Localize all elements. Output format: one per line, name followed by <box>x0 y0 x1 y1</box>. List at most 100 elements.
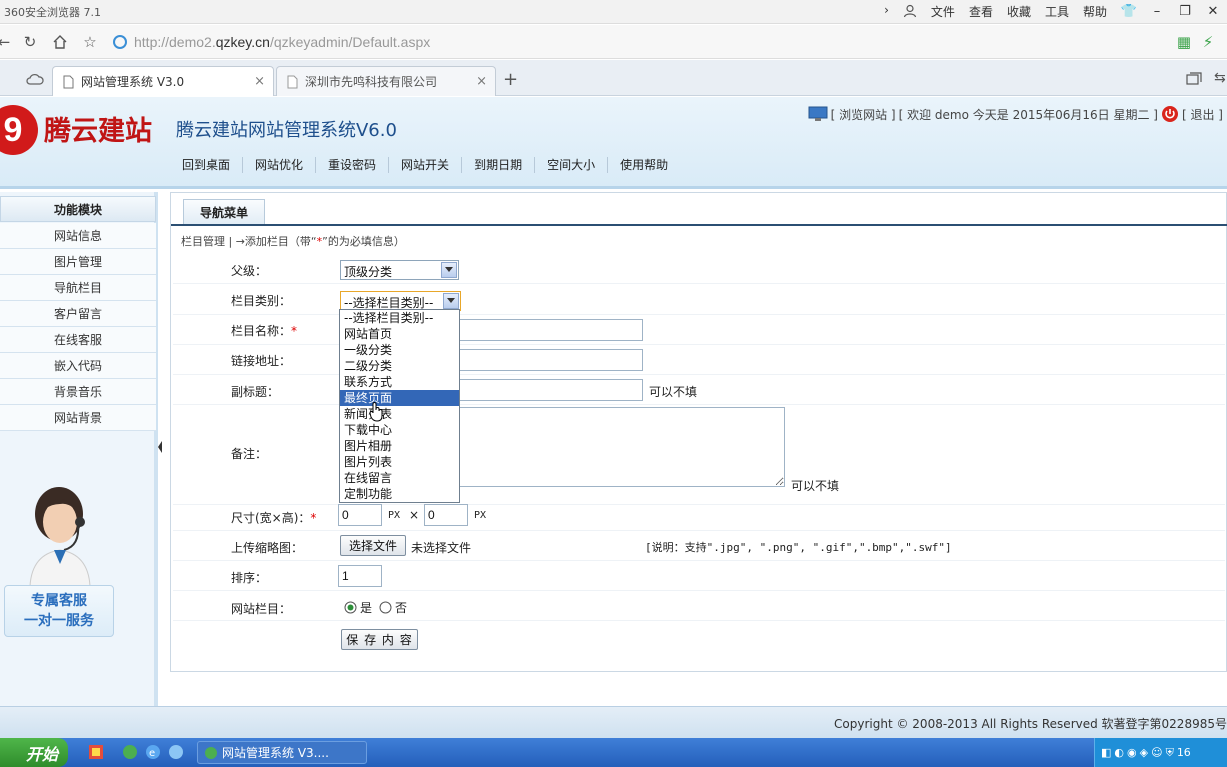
nav-expiry-date[interactable]: 到期日期 <box>462 157 536 173</box>
collapse-sidebar-icon[interactable] <box>157 440 163 454</box>
radio-checked-icon <box>344 601 357 614</box>
tray-shield-icon[interactable]: ⛨ <box>1166 746 1174 760</box>
width-input[interactable] <box>338 504 382 526</box>
copyright-text: Copyright © 2008-2013 All Rights Reserve… <box>834 717 1227 731</box>
order-input[interactable] <box>338 565 382 587</box>
favorite-star-icon[interactable]: ☆ <box>80 32 100 52</box>
tab-admin-system[interactable]: 网站管理系统 V3.0 × <box>52 66 274 96</box>
tab-nav-menu[interactable]: 导航菜单 <box>183 199 265 225</box>
sidebar-item-bg-music[interactable]: 背景音乐 <box>0 379 156 405</box>
tab-company[interactable]: 深圳市先鸣科技有限公司 × <box>276 66 496 96</box>
power-icon[interactable] <box>1161 105 1179 123</box>
taskbar-app-admin[interactable]: 网站管理系统 V3.... <box>197 741 367 764</box>
dropdown-option[interactable]: 下载中心 <box>340 422 459 438</box>
user-icon[interactable] <box>903 3 917 20</box>
skin-icon[interactable]: 👕 <box>1115 0 1143 22</box>
menu-help[interactable]: 帮助 <box>1083 3 1107 20</box>
sidebar-toggle-icon[interactable]: ⇆ <box>1214 70 1226 86</box>
quicklaunch-ie-icon[interactable]: e <box>145 744 161 763</box>
menu-file[interactable]: 文件 <box>931 3 955 20</box>
menu-view[interactable]: 查看 <box>969 3 993 20</box>
width-unit: PX <box>388 510 401 521</box>
tray-icon[interactable]: ◐ <box>1114 746 1124 759</box>
browser-menu-bar: › 文件 查看 收藏 工具 帮助 <box>884 3 1107 20</box>
quicklaunch-browser-icon[interactable] <box>168 744 184 763</box>
radio-unchecked-icon <box>379 601 392 614</box>
link-label: 链接地址： <box>231 354 292 368</box>
row-column-name: 栏目名称：* <box>173 315 1225 345</box>
quicklaunch-app-icon[interactable] <box>88 744 104 763</box>
start-button[interactable]: 开始 <box>0 738 68 767</box>
thumbnail-label: 上传缩略图： <box>231 541 304 555</box>
menu-favorites[interactable]: 收藏 <box>1007 3 1031 20</box>
tab-list-icon[interactable] <box>1186 72 1202 89</box>
category-select[interactable]: --选择栏目类别-- <box>340 291 461 311</box>
browser-app-icon <box>205 746 217 759</box>
radio-no[interactable]: 否 <box>379 599 407 616</box>
dropdown-option-highlighted[interactable]: 最终页面 <box>340 390 459 406</box>
dropdown-option[interactable]: 图片列表 <box>340 454 459 470</box>
logo-mark: 9 <box>0 105 38 155</box>
sidebar-item-site-bg[interactable]: 网站背景 <box>0 405 156 431</box>
site-column-label: 网站栏目： <box>231 602 292 616</box>
nav-help[interactable]: 使用帮助 <box>608 157 680 173</box>
dropdown-option[interactable]: 在线留言 <box>340 470 459 486</box>
dropdown-option[interactable]: 一级分类 <box>340 342 459 358</box>
menu-tools[interactable]: 工具 <box>1045 3 1069 20</box>
tray-clock[interactable]: 16 <box>1177 746 1191 759</box>
home-icon[interactable] <box>50 32 70 52</box>
sidebar-title: 功能模块 <box>0 196 156 222</box>
row-link: 链接地址： <box>173 345 1225 375</box>
dropdown-option[interactable]: 联系方式 <box>340 374 459 390</box>
lightning-icon[interactable]: ⚡ <box>1198 32 1218 52</box>
tray-icon[interactable]: ◉ <box>1127 746 1137 759</box>
sidebar-item-messages[interactable]: 客户留言 <box>0 301 156 327</box>
logout-link[interactable]: [ 退出 ] <box>1182 106 1223 123</box>
dropdown-option[interactable]: 新闻列表 <box>340 406 459 422</box>
nav-site-switch[interactable]: 网站开关 <box>389 157 463 173</box>
row-order: 排序： <box>173 561 1225 591</box>
quicklaunch-360-icon[interactable] <box>122 744 138 763</box>
close-window-button[interactable]: ✕ <box>1199 0 1227 22</box>
sidebar-item-online-service[interactable]: 在线客服 <box>0 327 156 353</box>
dropdown-option[interactable]: --选择栏目类别-- <box>340 310 459 326</box>
browser-menu-chevron-icon[interactable]: › <box>884 3 889 20</box>
sidebar-item-nav-columns[interactable]: 导航栏目 <box>0 275 156 301</box>
save-button[interactable]: 保 存 内 容 <box>341 629 418 650</box>
nav-space-size[interactable]: 空间大小 <box>535 157 609 173</box>
sidebar-item-embed-code[interactable]: 嵌入代码 <box>0 353 156 379</box>
tray-icon[interactable]: ◧ <box>1101 746 1111 759</box>
close-tab-icon[interactable]: × <box>254 74 265 89</box>
category-dropdown-list[interactable]: --选择栏目类别-- 网站首页 一级分类 二级分类 联系方式 最终页面 新闻列表… <box>339 309 460 503</box>
maximize-button[interactable]: ❐ <box>1171 0 1199 22</box>
nav-reset-password[interactable]: 重设密码 <box>316 157 390 173</box>
sidebar-item-site-info[interactable]: 网站信息 <box>0 223 156 249</box>
dropdown-option[interactable]: 图片相册 <box>340 438 459 454</box>
dropdown-option[interactable]: 网站首页 <box>340 326 459 342</box>
minimize-button[interactable]: – <box>1143 0 1171 22</box>
speed-mode-icon[interactable]: ▦ <box>1174 32 1194 52</box>
height-input[interactable] <box>424 504 468 526</box>
sidebar-item-images[interactable]: 图片管理 <box>0 249 156 275</box>
nav-desktop[interactable]: 回到桌面 <box>170 157 244 173</box>
subtitle-hint: 可以不填 <box>649 385 698 399</box>
cloud-icon[interactable] <box>26 72 44 89</box>
hand-cursor-icon <box>369 402 383 422</box>
tray-icon[interactable]: ◈ <box>1140 746 1148 759</box>
parent-select[interactable]: 顶级分类 <box>340 260 459 280</box>
url-field[interactable]: http://demo2.qzkey.cn/qzkeyadmin/Default… <box>134 34 430 50</box>
new-tab-button[interactable]: + <box>503 69 518 90</box>
tray-icon[interactable]: ☺ <box>1151 746 1162 759</box>
dropdown-option[interactable]: 二级分类 <box>340 358 459 374</box>
dropdown-option[interactable]: 定制功能 <box>340 486 459 502</box>
welcome-text: [ 欢迎 demo 今天是 2015年06月16日 星期二 ] <box>898 107 1158 122</box>
nav-seo[interactable]: 网站优化 <box>243 157 317 173</box>
dedicated-service-box[interactable]: 专属客服 一对一服务 <box>4 585 114 637</box>
back-icon[interactable]: ← <box>0 32 14 52</box>
refresh-icon[interactable]: ↻ <box>20 32 40 52</box>
radio-yes[interactable]: 是 <box>344 599 372 616</box>
close-tab-icon[interactable]: × <box>476 74 487 89</box>
subtitle-label: 副标题： <box>231 385 280 399</box>
browse-site-link[interactable]: [ 浏览网站 ] <box>831 106 896 123</box>
choose-file-button[interactable]: 选择文件 <box>340 535 406 556</box>
